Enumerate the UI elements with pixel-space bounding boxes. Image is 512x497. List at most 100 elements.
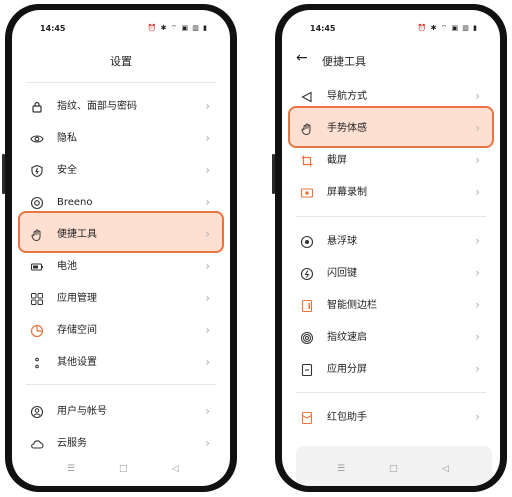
- apps-grid-icon: [31, 293, 43, 305]
- red-envelope-icon: [301, 411, 313, 425]
- status-icons: ⏰ ✱ ⌔ ▣ ▥ ▮: [147, 24, 208, 32]
- settings-item-breeno[interactable]: Breeno ›: [12, 190, 230, 216]
- settings-item-storage[interactable]: 存储空间 ›: [12, 318, 230, 344]
- status-bar: 14:45 ⏰ ✱ ⌔ ▣ ▥ ▮: [12, 24, 230, 36]
- item-label: 红包助手: [327, 412, 367, 423]
- item-label: 指纹速启: [327, 332, 367, 343]
- item-label: 应用管理: [57, 293, 97, 304]
- left-phone: 14:45 ⏰ ✱ ⌔ ▣ ▥ ▮ 设置 指纹、面部与密码 › 隐私 › 安全 …: [2, 4, 237, 492]
- menu-nav-icon[interactable]: ☰: [67, 464, 75, 474]
- tools-item-split-screen[interactable]: 应用分屏 ›: [282, 357, 500, 383]
- divider: [296, 392, 486, 393]
- chevron-right-icon: ›: [205, 227, 210, 241]
- back-arrow-icon[interactable]: ←: [296, 51, 308, 65]
- lock-icon: [32, 101, 42, 113]
- item-label: 云服务: [57, 438, 87, 449]
- chevron-right-icon: ›: [205, 131, 210, 145]
- item-label: 隐私: [57, 133, 77, 144]
- chevron-right-icon: ›: [475, 121, 480, 135]
- chevron-right-icon: ›: [475, 362, 480, 376]
- chevron-right-icon: ›: [205, 355, 210, 369]
- settings-item-convenience-tools[interactable]: 便捷工具 ›: [12, 222, 230, 248]
- chevron-right-icon: ›: [205, 259, 210, 273]
- tools-item-navigation[interactable]: 导航方式 ›: [282, 84, 500, 110]
- chevron-right-icon: ›: [475, 330, 480, 344]
- flashback-icon: [300, 267, 314, 281]
- tools-item-gestures[interactable]: 手势体感 ›: [282, 116, 500, 142]
- convenience-tools-screen: 14:45 ⏰ ✱ ⌔ ▣ ▥ ▮ ← 便捷工具 导航方式 › 手势体感 › 截…: [282, 10, 500, 486]
- settings-item-battery[interactable]: 电池 ›: [12, 254, 230, 280]
- chevron-right-icon: ›: [205, 323, 210, 337]
- chevron-right-icon: ›: [205, 436, 210, 450]
- volume-button: [2, 154, 5, 194]
- pie-chart-icon: [30, 324, 44, 338]
- settings-screen: 14:45 ⏰ ✱ ⌔ ▣ ▥ ▮ 设置 指纹、面部与密码 › 隐私 › 安全 …: [12, 10, 230, 486]
- item-label: 其他设置: [57, 357, 97, 368]
- navigation-bar: ☰ □ ◁: [12, 464, 230, 478]
- page-title: 便捷工具: [322, 55, 366, 68]
- back-nav-icon[interactable]: ◁: [172, 464, 179, 474]
- status-bar: 14:45 ⏰ ✱ ⌔ ▣ ▥ ▮: [282, 24, 500, 36]
- divider: [26, 384, 216, 385]
- chevron-right-icon: ›: [205, 99, 210, 113]
- floating-ball-icon: [300, 235, 314, 249]
- fingerprint-icon: [301, 332, 313, 344]
- divider: [26, 82, 216, 83]
- crop-icon: [301, 155, 313, 167]
- right-phone: 14:45 ⏰ ✱ ⌔ ▣ ▥ ▮ ← 便捷工具 导航方式 › 手势体感 › 截…: [272, 4, 507, 492]
- status-icons: ⏰ ✱ ⌔ ▣ ▥ ▮: [417, 24, 478, 32]
- tools-item-floating-ball[interactable]: 悬浮球 ›: [282, 229, 500, 255]
- tools-item-fingerprint-quick-launch[interactable]: 指纹速启 ›: [282, 325, 500, 351]
- item-label: 存储空间: [57, 325, 97, 336]
- menu-nav-icon[interactable]: ☰: [337, 464, 345, 474]
- more-dots-icon: [35, 357, 39, 369]
- hand-icon: [31, 229, 41, 242]
- tools-item-screen-record[interactable]: 屏幕录制 ›: [282, 180, 500, 206]
- home-nav-icon[interactable]: □: [389, 464, 398, 474]
- chevron-right-icon: ›: [205, 163, 210, 177]
- chevron-right-icon: ›: [205, 404, 210, 418]
- back-nav-icon[interactable]: ◁: [442, 464, 449, 474]
- chevron-right-icon: ›: [475, 89, 480, 103]
- item-label: 屏幕录制: [327, 187, 367, 198]
- settings-item-security[interactable]: 安全 ›: [12, 158, 230, 184]
- item-label: 截屏: [327, 155, 347, 166]
- chevron-right-icon: ›: [475, 234, 480, 248]
- tools-item-smart-sidebar[interactable]: 智能侧边栏 ›: [282, 293, 500, 319]
- item-label: 用户与帐号: [57, 406, 107, 417]
- settings-item-other[interactable]: 其他设置 ›: [12, 350, 230, 376]
- sidebar-icon: [301, 299, 313, 313]
- tools-item-red-envelope[interactable]: 红包助手 ›: [282, 405, 500, 431]
- settings-item-fingerprint-password[interactable]: 指纹、面部与密码 ›: [12, 94, 230, 120]
- chevron-right-icon: ›: [205, 195, 210, 209]
- item-label: Breeno: [57, 197, 93, 208]
- battery-icon: [30, 263, 43, 271]
- item-label: 导航方式: [327, 91, 367, 102]
- status-time: 14:45: [310, 24, 336, 33]
- tools-item-screenshot[interactable]: 截屏 ›: [282, 148, 500, 174]
- home-nav-icon[interactable]: □: [119, 464, 128, 474]
- item-label: 闪回键: [327, 268, 357, 279]
- settings-item-cloud[interactable]: 云服务 ›: [12, 431, 230, 457]
- chevron-right-icon: ›: [475, 298, 480, 312]
- user-icon: [30, 405, 44, 419]
- privacy-eye-icon: [30, 135, 44, 143]
- settings-item-users-accounts[interactable]: 用户与帐号 ›: [12, 399, 230, 425]
- item-label: 应用分屏: [327, 364, 367, 375]
- screen-record-icon: [300, 188, 314, 198]
- status-time: 14:45: [40, 24, 66, 33]
- cloud-icon: [31, 440, 44, 449]
- chevron-right-icon: ›: [475, 153, 480, 167]
- shield-icon: [31, 164, 43, 178]
- item-label: 悬浮球: [327, 236, 357, 247]
- volume-button: [272, 154, 275, 194]
- settings-item-app-management[interactable]: 应用管理 ›: [12, 286, 230, 312]
- item-label: 手势体感: [327, 123, 367, 134]
- page-title: 设置: [110, 55, 132, 68]
- navigation-bar: ☰ □ ◁: [282, 464, 500, 478]
- tools-item-flashback[interactable]: 闪回键 ›: [282, 261, 500, 287]
- item-label: 安全: [57, 165, 77, 176]
- item-label: 指纹、面部与密码: [57, 101, 137, 112]
- settings-item-privacy[interactable]: 隐私 ›: [12, 126, 230, 152]
- navigation-icon: [301, 91, 312, 103]
